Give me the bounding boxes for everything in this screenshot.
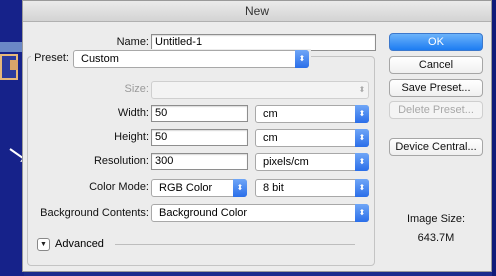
dialog-title: New [23, 1, 491, 22]
background-app-fragment [0, 0, 24, 276]
updown-chevron-icon: ⬍ [233, 179, 247, 197]
color-mode-select[interactable]: RGB Color ⬍ [151, 179, 247, 197]
image-size-value: 643.7M [417, 232, 455, 244]
background-contents-label: Background Contents: [40, 207, 149, 219]
height-field[interactable]: 50 [151, 129, 248, 146]
bit-depth-select[interactable]: 8 bit ⬍ [255, 179, 369, 197]
advanced-label: Advanced [55, 238, 104, 250]
size-select[interactable]: ⬍ [151, 81, 369, 99]
updown-chevron-icon: ⬍ [355, 105, 369, 123]
width-unit-value: cm [263, 108, 278, 120]
height-label: Height: [114, 131, 149, 143]
ok-button[interactable]: OK [389, 33, 483, 51]
delete-preset-button[interactable]: Delete Preset... [389, 101, 483, 119]
width-field[interactable]: 50 [151, 105, 248, 122]
resolution-unit-value: pixels/cm [263, 156, 309, 168]
resolution-field[interactable]: 300 [151, 153, 248, 170]
device-central-button[interactable]: Device Central... [389, 138, 483, 156]
size-label: Size: [124, 83, 149, 95]
image-size-label: Image Size: [406, 213, 466, 225]
height-unit-select[interactable]: cm ⬍ [255, 129, 369, 147]
resolution-unit-select[interactable]: pixels/cm ⬍ [255, 153, 369, 171]
updown-chevron-icon: ⬍ [355, 129, 369, 147]
preset-select-value: Custom [81, 53, 119, 65]
advanced-divider [115, 244, 355, 245]
background-contents-value: Background Color [159, 207, 248, 219]
preset-label: Preset: [34, 52, 69, 64]
bit-depth-value: 8 bit [263, 182, 284, 194]
updown-chevron-icon: ⬍ [358, 85, 366, 94]
width-label: Width: [117, 107, 149, 119]
new-document-dialog: New Name: Untitled-1 Preset: Custom ⬍ Si… [22, 0, 492, 272]
background-contents-select[interactable]: Background Color ⬍ [151, 204, 369, 222]
resolution-label: Resolution: [93, 155, 149, 167]
color-mode-label: Color Mode: [89, 181, 149, 193]
cancel-button[interactable]: Cancel [389, 56, 483, 74]
height-unit-value: cm [263, 132, 278, 144]
preset-select[interactable]: Custom ⬍ [73, 50, 309, 68]
updown-chevron-icon: ⬍ [355, 204, 369, 222]
disclosure-triangle-icon[interactable]: ▼ [37, 238, 50, 251]
updown-chevron-icon: ⬍ [355, 153, 369, 171]
width-unit-select[interactable]: cm ⬍ [255, 105, 369, 123]
updown-chevron-icon: ⬍ [355, 179, 369, 197]
save-preset-button[interactable]: Save Preset... [389, 79, 483, 97]
updown-chevron-icon: ⬍ [295, 50, 309, 68]
color-mode-value: RGB Color [159, 182, 213, 194]
name-label: Name: [116, 36, 149, 48]
background-right-edge [492, 0, 496, 276]
